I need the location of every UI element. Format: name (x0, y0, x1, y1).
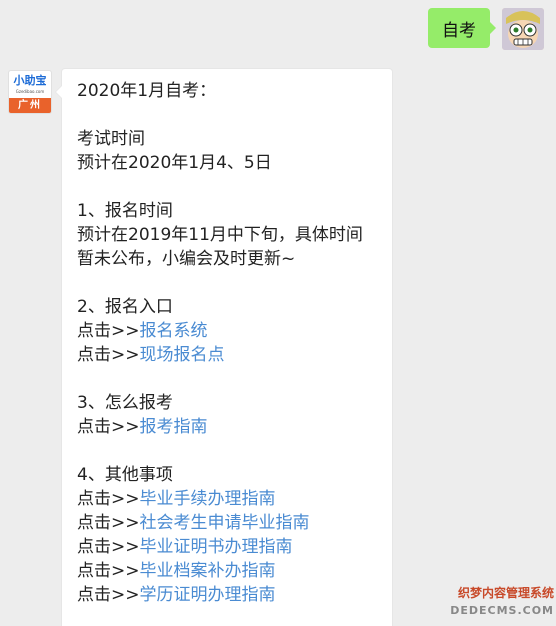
message-title: 2020年1月自考： (77, 81, 217, 101)
signup-entry-heading: 2、报名入口 (77, 297, 173, 317)
link-prefix: 点击>> (77, 561, 140, 581)
link-prefix: 点击>> (77, 345, 140, 365)
link-prefix: 点击>> (77, 417, 140, 437)
how-to-item: 点击>>报考指南 (77, 415, 392, 439)
exam-guide-link[interactable]: 报考指南 (140, 417, 208, 437)
link-prefix: 点击>> (77, 513, 140, 533)
watermark-line2: DEDECMS.COM (450, 604, 554, 617)
official-account-avatar[interactable]: 小助宝 Gzedibao.com 广州 (8, 70, 52, 114)
signup-time-heading: 1、报名时间 (77, 201, 173, 221)
outgoing-message-text: 自考 (442, 20, 476, 41)
how-to-heading: 3、怎么报考 (77, 393, 173, 413)
other-item: 点击>>毕业证明书办理指南 (77, 535, 392, 559)
signup-entry-item: 点击>>报名系统 (77, 319, 392, 343)
other-item: 点击>>学历证明办理指南 (77, 583, 392, 607)
outgoing-message-bubble[interactable]: 自考 (428, 8, 496, 48)
link-prefix: 点击>> (77, 489, 140, 509)
link-prefix: 点击>> (77, 321, 140, 341)
graduation-certificate-guide-link[interactable]: 毕业证明书办理指南 (140, 537, 293, 557)
graduation-archive-reissue-guide-link[interactable]: 毕业档案补办指南 (140, 561, 276, 581)
onsite-signup-point-link[interactable]: 现场报名点 (140, 345, 225, 365)
signup-time-detail-line1: 预计在2019年11月中下旬，具体时间 (77, 225, 363, 245)
logo-url: Gzedibao.com (15, 89, 45, 94)
signup-time-detail-line2: 暂未公布，小编会及时更新~ (77, 249, 296, 269)
cartoon-face-icon (502, 8, 544, 50)
other-item: 点击>>毕业档案补办指南 (77, 559, 392, 583)
incoming-message-bubble: 2020年1月自考： 考试时间 预计在2020年1月4、5日 1、报名时间 预计… (55, 68, 393, 626)
signup-entry-item: 点击>>现场报名点 (77, 343, 392, 367)
link-prefix: 点击>> (77, 585, 140, 605)
user-avatar[interactable] (502, 8, 544, 50)
graduation-procedure-guide-link[interactable]: 毕业手续办理指南 (140, 489, 276, 509)
social-candidate-graduation-guide-link[interactable]: 社会考生申请毕业指南 (140, 513, 310, 533)
other-item: 点击>>毕业手续办理指南 (77, 487, 392, 511)
education-certificate-guide-link[interactable]: 学历证明办理指南 (140, 585, 276, 605)
link-prefix: 点击>> (77, 537, 140, 557)
signup-system-link[interactable]: 报名系统 (140, 321, 208, 341)
watermark: 织梦内容管理系统 DEDECMS.COM (442, 584, 554, 624)
watermark-line1: 织梦内容管理系统 (457, 586, 554, 600)
chat-window: 自考 小助宝 Gzedibao.com 广州 2020年1月自考： 考试时间 预… (0, 0, 556, 626)
other-item: 点击>>社会考生申请毕业指南 (77, 511, 392, 535)
other-heading: 4、其他事项 (77, 465, 173, 485)
logo-name: 小助宝 (13, 74, 47, 87)
exam-time-heading: 考试时间 (77, 129, 145, 149)
logo-city: 广州 (9, 98, 51, 113)
exam-time-detail: 预计在2020年1月4、5日 (77, 153, 272, 173)
